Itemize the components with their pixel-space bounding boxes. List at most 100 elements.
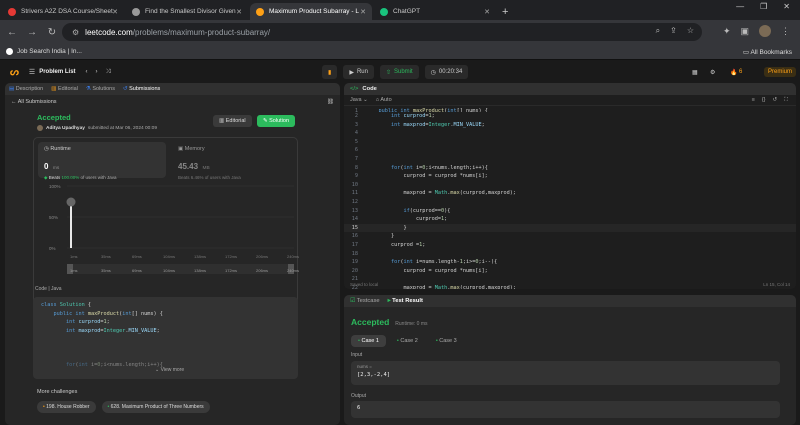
close-icon[interactable]: ✕ (236, 8, 242, 16)
runtime-card[interactable]: ◷ Runtime 0 ms ◆ Beats 100.00% of users … (38, 142, 166, 180)
submit-button[interactable]: ⇧ Submit (379, 65, 419, 79)
x-tick-label: 35ms (101, 254, 111, 259)
code-line: 18 (351, 250, 358, 257)
x-axis-ticks: 1ms 35ms 69ms 104ms 138ms 172ms 206ms 240ms (70, 254, 299, 259)
browser-tab[interactable]: ChatGPT ✕ (374, 3, 496, 20)
distribution-bar[interactable] (70, 200, 72, 248)
reset-icon[interactable]: ↺ (773, 97, 778, 104)
beats-percent: 100.00% (61, 175, 80, 180)
restore-icon[interactable]: ❐ (760, 2, 767, 11)
tab-test-result[interactable]: ▸ Test Result (388, 298, 423, 304)
layout-icon[interactable]: ▦ (692, 69, 698, 76)
window-controls: — ❐ ✕ (736, 2, 800, 11)
tab-testcase[interactable]: ☑ Testcase (350, 298, 380, 304)
editor-footer: Saved to local Ln 15, Col 14 (344, 280, 796, 289)
solution-button[interactable]: ✎ Solution (257, 115, 296, 127)
x-tick-label: 240ms (287, 254, 299, 259)
streak-count[interactable]: 6 (739, 69, 742, 75)
x-tick-label: 35ms (101, 268, 111, 273)
forward-icon[interactable]: → (24, 27, 40, 38)
note-icon[interactable]: ≡ (752, 97, 755, 104)
result-tabs: ☑ Testcase ▸ Test Result (344, 295, 796, 307)
back-arrow-icon: ← (11, 99, 18, 105)
output-box[interactable]: 6 (351, 401, 780, 418)
code-body[interactable]: 1 public int maxProduct(int[] nums) { 2 … (344, 106, 796, 289)
input-box[interactable]: nums = [2,3,-2,4] (351, 361, 780, 385)
reload-icon[interactable]: ↻ (44, 27, 60, 38)
tab-solutions[interactable]: ⚗ Solutions (86, 86, 115, 92)
code-line: int curprod=1; (66, 319, 110, 326)
bracket-icon[interactable]: {} (762, 97, 766, 104)
site-info-icon[interactable]: ⚙ (72, 28, 79, 37)
browser-tab[interactable]: Find the Smallest Divisor Given ✕ (126, 3, 248, 20)
x-tick-label: 104ms (163, 254, 175, 259)
x-tick-label: 69ms (132, 254, 142, 259)
tab-editorial[interactable]: ▥ Editorial (51, 86, 78, 92)
case-tab-1[interactable]: • Case 1 (351, 335, 386, 347)
close-icon[interactable]: ✕ (484, 8, 490, 16)
challenge-chip[interactable]: • 198. House Robber (37, 401, 96, 413)
all-submissions-link[interactable]: ← All Submissions (11, 99, 57, 105)
output-value: 6 (357, 405, 361, 411)
author-name[interactable]: Aditya Upadhyay (46, 126, 85, 131)
play-icon: ▶ (349, 69, 354, 76)
all-bookmarks[interactable]: ▭ All Bookmarks (743, 48, 792, 56)
user-avatar (37, 125, 43, 131)
settings-icon[interactable]: ⚙ (710, 69, 715, 76)
next-problem-icon[interactable]: › (96, 69, 98, 75)
case-tab-3[interactable]: • Case 3 (429, 335, 464, 347)
problem-list-link[interactable]: Problem List (39, 69, 75, 75)
code-line: class Solution { (41, 302, 91, 308)
editorial-button[interactable]: ▥ Editorial (213, 115, 252, 127)
code-line: 4 (354, 130, 358, 137)
shuffle-icon[interactable]: ⤨ (106, 69, 111, 76)
leetcode-navbar: ᔕ ☰ Problem List ‹ › ⤨ ▮ ▶ Run ⇧ Submit ◷ 0… (0, 61, 800, 83)
prev-problem-icon[interactable]: ‹ (86, 69, 88, 75)
new-tab-button[interactable]: + (502, 6, 508, 18)
menu-icon[interactable]: ⋮ (781, 26, 790, 37)
debug-button[interactable]: ▮ (322, 65, 338, 79)
close-icon[interactable]: ✕ (360, 8, 366, 16)
view-more-button[interactable]: ⌄ View more (155, 367, 184, 373)
tab-description[interactable]: ▤ Description (9, 86, 43, 92)
search-icon[interactable]: ⌕ (656, 26, 660, 36)
close-icon[interactable]: ✕ (112, 8, 118, 16)
y-tick-label: 0% (49, 246, 56, 251)
problem-list-icon[interactable]: ☰ (29, 68, 35, 76)
sidepanel-icon[interactable]: ▣ (740, 26, 749, 37)
back-icon[interactable]: ← (4, 27, 20, 38)
x-tick-label: 138ms (194, 254, 206, 259)
star-icon[interactable]: ☆ (687, 26, 694, 36)
extensions-icon[interactable]: ✦ (723, 26, 731, 37)
fullscreen-icon[interactable]: ⛶ (784, 97, 788, 104)
case-tab-2[interactable]: • Case 2 (390, 335, 425, 347)
close-window-icon[interactable]: ✕ (783, 2, 790, 11)
share-icon[interactable]: ⇪ (670, 26, 677, 36)
share-link-icon[interactable]: ⛓ (327, 99, 334, 105)
code-line: 17 curprod =1; (351, 241, 426, 248)
upload-icon: ⇧ (385, 69, 391, 76)
language-select[interactable]: Java ⌄ (350, 97, 368, 103)
timer[interactable]: ◷ 00:20:34 (424, 65, 469, 79)
book-icon: ▥ (51, 86, 58, 92)
tab-submissions[interactable]: ↺ Submissions (123, 86, 160, 92)
auto-mode-toggle[interactable]: ⌂ Auto (376, 97, 392, 103)
url-field[interactable]: ⚙ leetcode.com/problems/maximum-product-… (62, 23, 702, 41)
bookmark-item[interactable]: Job Search India | In... (17, 48, 82, 55)
clock-icon: ◷ (430, 69, 436, 76)
browser-tab[interactable]: Strivers A2Z DSA Course/Sheet ✕ (2, 3, 124, 20)
leetcode-logo-icon[interactable]: ᔕ (10, 67, 19, 78)
code-line: 2 int curprod=1; (354, 113, 435, 119)
cursor-position: Ln 15, Col 14 (763, 282, 790, 287)
profile-avatar[interactable] (759, 25, 771, 37)
challenge-chip[interactable]: • 628. Maximum Product of Three Numbers (101, 401, 210, 413)
run-button[interactable]: ▶ Run (343, 65, 374, 79)
x-tick-label: 138ms (194, 268, 206, 273)
browser-tab-active[interactable]: Maximum Product Subarray - L ✕ (250, 3, 372, 20)
minimize-icon[interactable]: — (736, 2, 744, 11)
memory-card[interactable]: ▣ Memory 45.43 MB Beats 6.46% of users w… (172, 142, 294, 180)
code-line: 15 } (344, 223, 796, 233)
x-tick-label: 69ms (132, 268, 142, 273)
premium-button[interactable]: Premium (764, 67, 797, 77)
code-line: 12 (351, 198, 358, 205)
